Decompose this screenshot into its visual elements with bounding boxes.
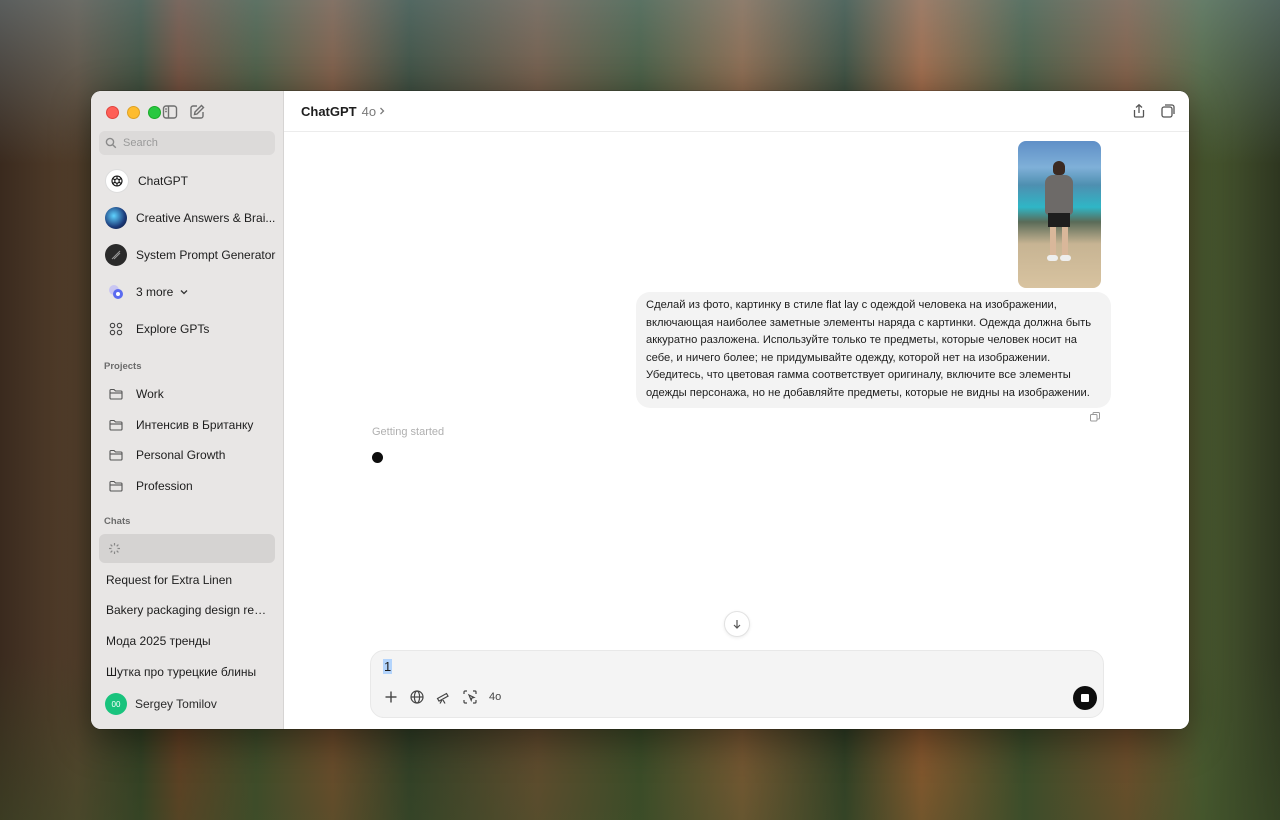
copy-icon[interactable]: [1089, 411, 1101, 423]
window-controls: [106, 106, 161, 119]
project-item-work[interactable]: Work: [109, 387, 164, 401]
chevron-right-icon[interactable]: [378, 106, 386, 116]
chat-item-loading[interactable]: [99, 534, 275, 563]
sidebar-item-creative-answers[interactable]: Creative Answers & Brai...: [105, 206, 275, 230]
sidebar: Search ChatGPT Creative Answers & Brai..…: [91, 91, 284, 729]
thinking-indicator: [372, 452, 383, 463]
project-item-personal-growth[interactable]: Personal Growth: [109, 448, 225, 462]
model-selector[interactable]: 4o: [489, 691, 501, 703]
project-item-intensive[interactable]: Интенсив в Британку: [109, 418, 253, 432]
sidebar-toggle-icon[interactable]: [161, 103, 179, 121]
search-placeholder: Search: [123, 137, 158, 149]
new-window-icon[interactable]: [1160, 103, 1176, 119]
stop-generation-button[interactable]: [1073, 686, 1097, 710]
project-label: Personal Growth: [136, 448, 226, 462]
sidebar-item-chatgpt[interactable]: ChatGPT: [105, 169, 188, 193]
status-text: Getting started: [372, 426, 445, 438]
folder-icon: [109, 480, 123, 492]
message-input[interactable]: 1: [383, 659, 393, 674]
screenshot-capture-icon[interactable]: [462, 689, 478, 705]
zoom-window-button[interactable]: [148, 106, 161, 119]
user-profile[interactable]: 00 Sergey Tomilov: [105, 693, 217, 715]
avatar: 00: [105, 693, 127, 715]
user-name: Sergey Tomilov: [135, 697, 217, 711]
composer: 1 4o: [370, 650, 1104, 718]
minimize-window-button[interactable]: [127, 106, 140, 119]
chatgpt-window: Search ChatGPT Creative Answers & Brai..…: [91, 91, 1189, 729]
chat-item[interactable]: Request for Extra Linen: [106, 573, 268, 587]
folder-icon: [109, 419, 123, 431]
arrow-down-icon: [733, 620, 741, 629]
globe-icon[interactable]: [409, 689, 425, 705]
gpt-avatar-icon: [105, 244, 127, 266]
share-icon[interactable]: [1131, 103, 1147, 119]
project-label: Интенсив в Британку: [136, 418, 254, 432]
model-version[interactable]: 4o: [362, 104, 376, 119]
search-icon: [105, 137, 117, 149]
uploaded-photo[interactable]: [1018, 141, 1101, 288]
stop-icon: [1081, 694, 1089, 702]
folder-icon: [109, 449, 123, 461]
chat-item[interactable]: Мода 2025 тренды: [106, 634, 268, 648]
loading-spinner-icon: [109, 543, 120, 554]
projects-heading: Projects: [104, 361, 142, 372]
chat-item[interactable]: Bakery packaging design requ...: [106, 603, 268, 617]
chat-item[interactable]: Шутка про турецкие блины: [106, 665, 268, 679]
user-message: Сделай из фото, картинку в стиле flat la…: [636, 292, 1111, 408]
sidebar-item-label: Explore GPTs: [136, 322, 210, 336]
close-window-button[interactable]: [106, 106, 119, 119]
folder-icon: [109, 388, 123, 400]
topbar: ChatGPT 4o: [284, 91, 1189, 132]
sidebar-item-more-gpts[interactable]: 3 more: [105, 280, 189, 304]
project-label: Profession: [136, 479, 193, 493]
grid-icon: [105, 318, 127, 340]
plus-icon[interactable]: [383, 689, 399, 705]
telescope-icon[interactable]: [435, 689, 451, 705]
sidebar-item-label: ChatGPT: [138, 174, 189, 188]
project-label: Work: [136, 387, 164, 401]
gpt-avatar-icon: [105, 207, 127, 229]
sidebar-item-system-prompt-generator[interactable]: System Prompt Generator: [105, 243, 275, 267]
sidebar-item-label: Creative Answers & Brai...: [136, 211, 276, 225]
search-input[interactable]: Search: [99, 131, 275, 155]
message-input-value: 1: [383, 659, 393, 674]
chats-heading: Chats: [104, 516, 131, 527]
sidebar-item-label: 3 more: [136, 285, 174, 299]
openai-logo-icon: [105, 169, 129, 193]
new-chat-icon[interactable]: [188, 103, 206, 121]
project-item-profession[interactable]: Profession: [109, 479, 193, 493]
chat-main: ChatGPT 4o Сделай из фото, картинку в ст…: [284, 91, 1189, 729]
chevron-down-icon: [180, 290, 188, 295]
scroll-down-button[interactable]: [724, 611, 750, 637]
page-title[interactable]: ChatGPT: [301, 104, 357, 119]
more-gpts-icon: [105, 281, 127, 303]
sidebar-item-explore-gpts[interactable]: Explore GPTs: [105, 317, 209, 341]
sidebar-item-label: System Prompt Generator: [136, 248, 276, 262]
